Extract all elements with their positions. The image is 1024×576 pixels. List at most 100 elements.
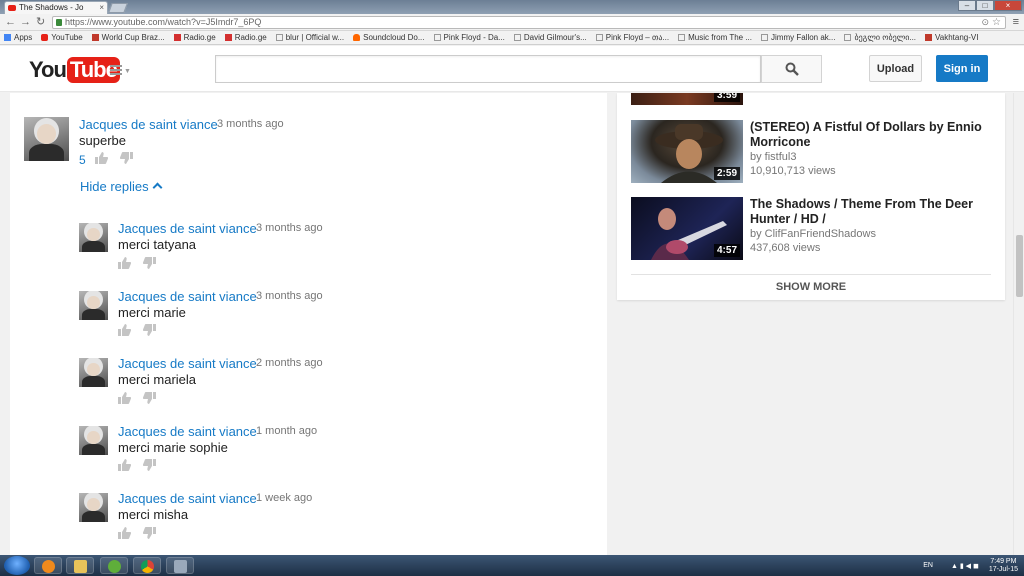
video-views: 10,910,713 views (750, 165, 836, 177)
taskbar-app[interactable] (66, 557, 94, 574)
bookmark-item[interactable]: YouTube (41, 33, 83, 42)
comment-author[interactable]: Jacques de saint viance (79, 117, 218, 132)
bookmark-item[interactable]: World Cup Braz... (91, 33, 165, 42)
reply-author[interactable]: Jacques de saint viance (118, 491, 257, 506)
bookmark-item[interactable]: Apps (4, 33, 32, 42)
browser-tab-title: The Shadows - Jo (19, 3, 84, 12)
related-video-item[interactable]: 2:59 (STEREO) A Fistful Of Dollars by En… (631, 120, 1001, 184)
guide-menu-icon[interactable]: ▼ (110, 65, 132, 77)
clock[interactable]: 7:49 PM 17-Jul-15 (989, 558, 1018, 574)
search-input[interactable] (215, 55, 761, 83)
reply-author[interactable]: Jacques de saint viance (118, 289, 257, 304)
thumbs-down-icon[interactable] (143, 392, 156, 404)
site-favicon-icon (925, 34, 933, 41)
browser-tab-bar: The Shadows - Jo × – □ × (0, 0, 1024, 14)
sign-in-button[interactable]: Sign in (936, 55, 988, 82)
reload-icon[interactable]: ↻ (36, 16, 45, 29)
hide-replies-toggle[interactable]: Hide replies (80, 179, 163, 194)
avatar[interactable] (79, 358, 108, 387)
reply-timestamp[interactable]: 3 months ago (256, 222, 323, 234)
reply-text: merci marie (118, 305, 186, 320)
search-button[interactable] (761, 55, 822, 83)
bookmark-item[interactable]: ბეგლი ობელი... (844, 33, 916, 42)
browser-menu-icon[interactable]: ≡ (1013, 16, 1019, 29)
upload-button[interactable]: Upload (869, 55, 922, 82)
reply-author[interactable]: Jacques de saint viance (118, 424, 257, 439)
bookmark-item[interactable]: Vakhtang-VI (925, 33, 978, 42)
thumbs-down-icon[interactable] (143, 459, 156, 471)
video-thumbnail[interactable]: 3:59 (631, 93, 743, 105)
avatar[interactable] (24, 117, 69, 161)
close-window-icon[interactable]: × (994, 0, 1022, 11)
thumbs-up-icon[interactable] (118, 527, 131, 539)
reply-timestamp[interactable]: 2 months ago (256, 357, 323, 369)
bookmark-item[interactable]: Radio.ge (224, 33, 267, 42)
bookmark-item[interactable]: Pink Floyd – თა... (595, 33, 669, 42)
video-duration: 3:59 (713, 93, 740, 102)
thumbs-down-icon[interactable] (143, 324, 156, 336)
show-more-button[interactable]: SHOW MORE (631, 274, 991, 298)
taskbar-app[interactable] (34, 557, 62, 574)
taskbar-app[interactable] (133, 557, 161, 574)
maximize-icon[interactable]: □ (976, 0, 994, 11)
thumbs-up-icon[interactable] (118, 324, 131, 336)
avatar[interactable] (79, 493, 108, 522)
page-icon (761, 34, 768, 41)
thumbs-up-icon[interactable] (95, 152, 108, 164)
thumbs-down-icon[interactable] (120, 152, 133, 164)
related-video-item[interactable]: 3:59 (631, 93, 1001, 106)
clock-time: 7:49 PM (990, 557, 1017, 565)
windows-start-icon[interactable] (4, 556, 30, 575)
avatar[interactable] (79, 426, 108, 455)
scrollbar-thumb[interactable] (1016, 235, 1023, 297)
video-channel[interactable]: by ClifFanFriendShadows (750, 228, 876, 240)
thumbs-up-icon[interactable] (118, 392, 131, 404)
reply-timestamp[interactable]: 3 months ago (256, 290, 323, 302)
page-scrollbar[interactable] (1013, 93, 1024, 555)
minimize-icon[interactable]: – (958, 0, 976, 11)
reply-author[interactable]: Jacques de saint viance (118, 356, 257, 371)
url-input[interactable]: https://www.youtube.com/watch?v=J5Imdr7_… (52, 16, 1006, 29)
tray-icons[interactable]: ▲ ▮ ◀ ◼ (951, 562, 979, 570)
thumbs-up-icon[interactable] (118, 257, 131, 269)
new-tab-button[interactable] (108, 3, 128, 13)
reply-timestamp[interactable]: 1 month ago (256, 425, 317, 437)
taskbar-app[interactable] (100, 557, 128, 574)
related-video-item[interactable]: 4:57 The Shadows / Theme From The Deer H… (631, 197, 1001, 261)
bookmark-item[interactable]: Jimmy Fallon ak... (761, 33, 835, 42)
bookmark-item[interactable]: blur | Official w... (275, 33, 344, 42)
video-thumbnail[interactable]: 2:59 (631, 120, 743, 183)
bookmark-item[interactable]: David Gilmour's... (513, 33, 587, 42)
video-channel[interactable]: by fistful3 (750, 151, 796, 163)
bookmark-item[interactable]: Radio.ge (173, 33, 216, 42)
back-arrow-icon[interactable]: ← (5, 16, 16, 29)
video-title[interactable]: The Shadows / Theme From The Deer Hunter… (750, 197, 995, 227)
video-title[interactable]: (STEREO) A Fistful Of Dollars by Ennio M… (750, 120, 995, 150)
thumbs-up-icon[interactable] (118, 459, 131, 471)
reply-text: merci marie sophie (118, 440, 228, 455)
forward-arrow-icon[interactable]: → (20, 16, 31, 29)
reply-timestamp[interactable]: 1 week ago (256, 492, 312, 504)
comment-text: superbe (79, 133, 126, 148)
video-thumbnail[interactable]: 4:57 (631, 197, 743, 260)
browser-tab[interactable]: The Shadows - Jo × (4, 1, 108, 14)
zoom-icon[interactable]: ⊙ (981, 17, 989, 28)
language-indicator[interactable]: EN (923, 562, 933, 569)
bookmark-item[interactable]: Music from The ... (678, 33, 752, 42)
taskbar-app[interactable] (166, 557, 194, 574)
video-views: 437,608 views (750, 242, 821, 254)
thumbs-down-icon[interactable] (143, 527, 156, 539)
reply-author[interactable]: Jacques de saint viance (118, 221, 257, 236)
bookmark-item[interactable]: Soundcloud Do... (353, 33, 425, 42)
youtube-favicon-icon (8, 5, 16, 11)
comment-timestamp[interactable]: 3 months ago (217, 118, 284, 130)
avatar[interactable] (79, 223, 108, 252)
bookmark-star-icon[interactable]: ☆ (992, 17, 1001, 28)
page-icon (595, 34, 603, 41)
youtube-logo[interactable]: You Tube (29, 56, 120, 83)
thumbs-down-icon[interactable] (143, 257, 156, 269)
bookmark-item[interactable]: Pink Floyd - Da... (433, 33, 505, 42)
close-tab-icon[interactable]: × (99, 2, 104, 14)
logo-you: You (29, 56, 67, 82)
avatar[interactable] (79, 291, 108, 320)
